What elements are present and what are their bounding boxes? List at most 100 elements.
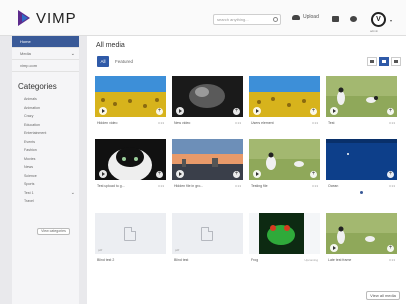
view-categories-button[interactable]: View categories [37, 228, 70, 235]
upload-button[interactable]: Upload [292, 14, 319, 20]
media-thumbnail[interactable]: + [172, 139, 243, 180]
media-title[interactable]: Test upload to g... [97, 184, 158, 188]
list-icon [394, 60, 398, 63]
play-icon[interactable] [330, 244, 338, 252]
main-content: All media All Featured + Hidden video 0:1… [87, 36, 406, 304]
add-icon[interactable]: + [156, 171, 163, 178]
sidebar-item-vimp[interactable]: vimp.com [12, 60, 79, 72]
media-thumbnail[interactable]: + [326, 213, 397, 254]
media-card[interactable]: + Users element 0:13 [249, 76, 320, 128]
media-card[interactable]: + Testing file 0:13 [249, 139, 320, 191]
play-icon[interactable] [253, 170, 261, 178]
media-thumbnail[interactable]: + [326, 76, 397, 117]
logo-text: VIMP [36, 9, 77, 27]
list-icon[interactable] [332, 16, 339, 22]
media-thumbnail[interactable]: + [249, 139, 320, 180]
media-thumbnail[interactable]: + [95, 139, 166, 180]
chevron-down-icon[interactable]: ⌄ [71, 48, 75, 60]
play-icon[interactable] [330, 107, 338, 115]
add-icon[interactable]: + [310, 108, 317, 115]
media-title[interactable]: Testing file [251, 184, 312, 188]
media-title[interactable]: Ocean [328, 184, 389, 188]
media-title[interactable]: Hidden video [97, 121, 158, 125]
category-item[interactable]: Sports [12, 180, 79, 189]
media-card[interactable]: + Test upload to g... 0:13 [95, 139, 166, 191]
media-thumbnail[interactable]: + [172, 76, 243, 117]
chevron-down-icon[interactable]: ⌄ [71, 189, 75, 198]
media-thumbnail[interactable]: + [95, 76, 166, 117]
media-title[interactable]: Frog [251, 258, 304, 262]
search-icon[interactable] [273, 17, 278, 22]
tile-view-toggle[interactable] [379, 57, 389, 66]
category-item[interactable]: Fashion [12, 146, 79, 155]
category-item[interactable]: Events [12, 138, 79, 147]
gear-icon[interactable] [350, 16, 357, 22]
tab-featured[interactable]: Featured [115, 56, 133, 67]
add-icon[interactable]: + [387, 108, 394, 115]
search-input[interactable]: search anything... [213, 14, 281, 25]
media-card[interactable]: pdf Blind test 2 [95, 213, 166, 265]
add-icon[interactable]: + [387, 171, 394, 178]
category-item[interactable]: Animals [12, 95, 79, 104]
play-icon[interactable] [99, 107, 107, 115]
category-item[interactable]: Animation [12, 104, 79, 113]
sidebar: Home Media ⌄ vimp.com Categories Animals … [12, 36, 79, 304]
play-icon[interactable] [176, 107, 184, 115]
media-card[interactable]: + Test 0:13 [326, 76, 397, 128]
media-title[interactable]: Users element [251, 121, 312, 125]
category-item[interactable]: Test 1 ⌄ [12, 189, 79, 198]
media-card[interactable]: + New video 0:13 [172, 76, 243, 128]
media-title[interactable]: Late test frame [328, 258, 389, 262]
add-icon[interactable]: + [156, 108, 163, 115]
category-item[interactable]: Education [12, 121, 79, 130]
media-card[interactable]: + Late test frame 0:13 [326, 213, 397, 265]
sidebar-item-home[interactable]: Home [12, 36, 79, 48]
media-duration: 0:13 [389, 183, 395, 188]
add-icon[interactable]: + [310, 171, 317, 178]
category-label: Test 1 [24, 190, 34, 195]
add-icon[interactable]: + [387, 245, 394, 252]
avatar-letter: V [376, 16, 381, 23]
media-status: Upcoming [304, 257, 318, 262]
play-icon[interactable] [176, 170, 184, 178]
media-title[interactable]: Blind test 2 [97, 258, 164, 262]
media-card[interactable]: + Hidden video 0:13 [95, 76, 166, 128]
media-title[interactable]: Test [328, 121, 389, 125]
add-icon[interactable]: + [233, 108, 240, 115]
category-item[interactable]: News [12, 163, 79, 172]
category-item[interactable]: Crazy [12, 112, 79, 121]
play-icon[interactable] [253, 107, 261, 115]
header-bar: VIMP search anything... Upload V ▾ admin [0, 0, 406, 36]
media-thumbnail[interactable]: + [249, 76, 320, 117]
category-item[interactable]: Movies [12, 155, 79, 164]
tab-all[interactable]: All [97, 56, 109, 67]
category-item[interactable]: Science [12, 172, 79, 181]
chevron-down-icon[interactable]: ▾ [390, 18, 392, 23]
media-title[interactable]: Hidden file in gro... [174, 184, 235, 188]
avatar[interactable]: V [371, 12, 386, 27]
media-card[interactable]: Frog Upcoming [249, 213, 320, 265]
category-item[interactable]: Travel [12, 197, 79, 206]
vimp-logo[interactable]: VIMP [18, 8, 77, 28]
sidebar-item-label: Home [20, 39, 31, 44]
add-icon[interactable]: + [233, 171, 240, 178]
search-placeholder: search anything... [217, 17, 249, 22]
document-type-label: pdf [175, 248, 180, 252]
media-card[interactable]: + Hidden file in gro... 0:13 [172, 139, 243, 191]
play-icon[interactable] [99, 170, 107, 178]
media-title[interactable]: Blind test [174, 258, 241, 262]
media-thumbnail[interactable]: pdf [95, 213, 166, 254]
list-view-toggle[interactable] [391, 57, 401, 66]
category-item[interactable]: Entertainment [12, 129, 79, 138]
media-thumbnail[interactable]: + [326, 139, 397, 180]
sidebar-item-media[interactable]: Media ⌄ [12, 48, 79, 60]
media-title[interactable]: New video [174, 121, 235, 125]
cloud-upload-icon [292, 14, 300, 20]
media-card[interactable]: + Ocean 0:13 [326, 139, 397, 194]
view-all-media-button[interactable]: View all media [366, 291, 400, 300]
media-card[interactable]: pdf Blind test [172, 213, 243, 265]
media-thumbnail[interactable] [249, 213, 320, 254]
play-logo-icon [18, 10, 32, 26]
grid-view-toggle[interactable] [367, 57, 377, 66]
media-thumbnail[interactable]: pdf [172, 213, 243, 254]
